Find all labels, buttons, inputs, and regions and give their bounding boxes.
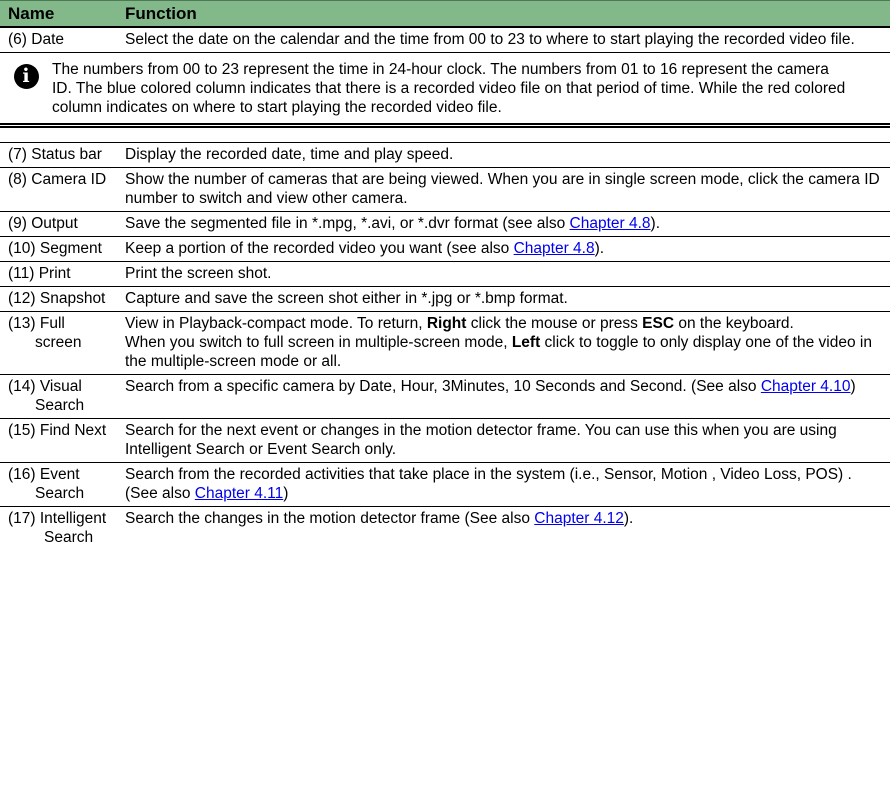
row-name: (14) Visual Search: [8, 378, 85, 414]
row-camera-id: (8) Camera ID Show the number of cameras…: [0, 168, 890, 212]
row-desc: Search from the recorded activities that…: [125, 466, 852, 502]
chapter-4-11-link[interactable]: Chapter 4.11: [195, 485, 283, 502]
row-full-screen: (13) Full screen View in Playback-compact…: [0, 312, 890, 375]
chapter-4-12-link[interactable]: Chapter 4.12: [534, 510, 624, 527]
row-desc: Show the number of cameras that are bein…: [125, 171, 880, 207]
row-snapshot: (12) Snapshot Capture and save the scree…: [0, 287, 890, 312]
row-name: (16) Event Search: [8, 466, 85, 502]
row-name: (15) Find Next: [8, 422, 107, 439]
row-desc: Search for the next event or changes in …: [125, 422, 837, 458]
row-name: (11) Print: [8, 265, 71, 282]
info-icon: i: [13, 64, 39, 89]
row-name: (13) Full screen: [8, 315, 82, 351]
chapter-4-8-link[interactable]: Chapter 4.8: [514, 240, 595, 257]
header-function: Function: [125, 4, 197, 23]
chapter-4-10-link[interactable]: Chapter 4.10: [761, 378, 851, 395]
row-event-search: (16) Event Search Search from the recorde…: [0, 463, 890, 507]
row-desc: Keep a portion of the recorded video you…: [125, 240, 605, 257]
row-desc: Display the recorded date, time and play…: [125, 146, 454, 163]
info-note: i The numbers from 00 to 23 represent th…: [0, 53, 890, 128]
row-name: (12) Snapshot: [8, 290, 106, 307]
row-desc: Select the date on the calendar and the …: [125, 31, 855, 48]
row-desc: View in Playback-compact mode. To return…: [125, 315, 872, 370]
row-intelligent-search: (17) Intelligent Search Search the change…: [0, 507, 890, 550]
row-status-bar: (7) Status bar Display the recorded date…: [0, 143, 890, 168]
row-desc: Search the changes in the motion detecto…: [125, 510, 634, 527]
note-text: The numbers from 00 to 23 represent the …: [52, 61, 846, 116]
divider: [0, 128, 890, 143]
chapter-4-8-link[interactable]: Chapter 4.8: [570, 215, 651, 232]
row-date: (6) Date Select the date on the calendar…: [0, 28, 890, 53]
header-name: Name: [8, 4, 55, 23]
row-desc: Print the screen shot.: [125, 265, 272, 282]
row-segment: (10) Segment Keep a portion of the recor…: [0, 237, 890, 262]
row-name: (17) Intelligent Search: [8, 510, 107, 546]
row-name: (10) Segment: [8, 240, 102, 257]
row-visual-search: (14) Visual Search Search from a specific…: [0, 375, 890, 419]
row-name: (7) Status bar: [8, 146, 102, 163]
row-find-next: (15) Find Next Search for the next event…: [0, 419, 890, 463]
row-name: (9) Output: [8, 215, 78, 232]
table-header: Name Function: [0, 0, 890, 28]
row-print: (11) Print Print the screen shot.: [0, 262, 890, 287]
function-table: Name Function (6) Date Select the date o…: [0, 0, 890, 550]
row-desc: Save the segmented file in *.mpg, *.avi,…: [125, 215, 661, 232]
row-desc: Search from a specific camera by Date, H…: [125, 378, 856, 395]
row-desc: Capture and save the screen shot either …: [125, 290, 568, 307]
row-output: (9) Output Save the segmented file in *.…: [0, 212, 890, 237]
row-name: (6) Date: [8, 31, 64, 48]
row-name: (8) Camera ID: [8, 171, 107, 188]
